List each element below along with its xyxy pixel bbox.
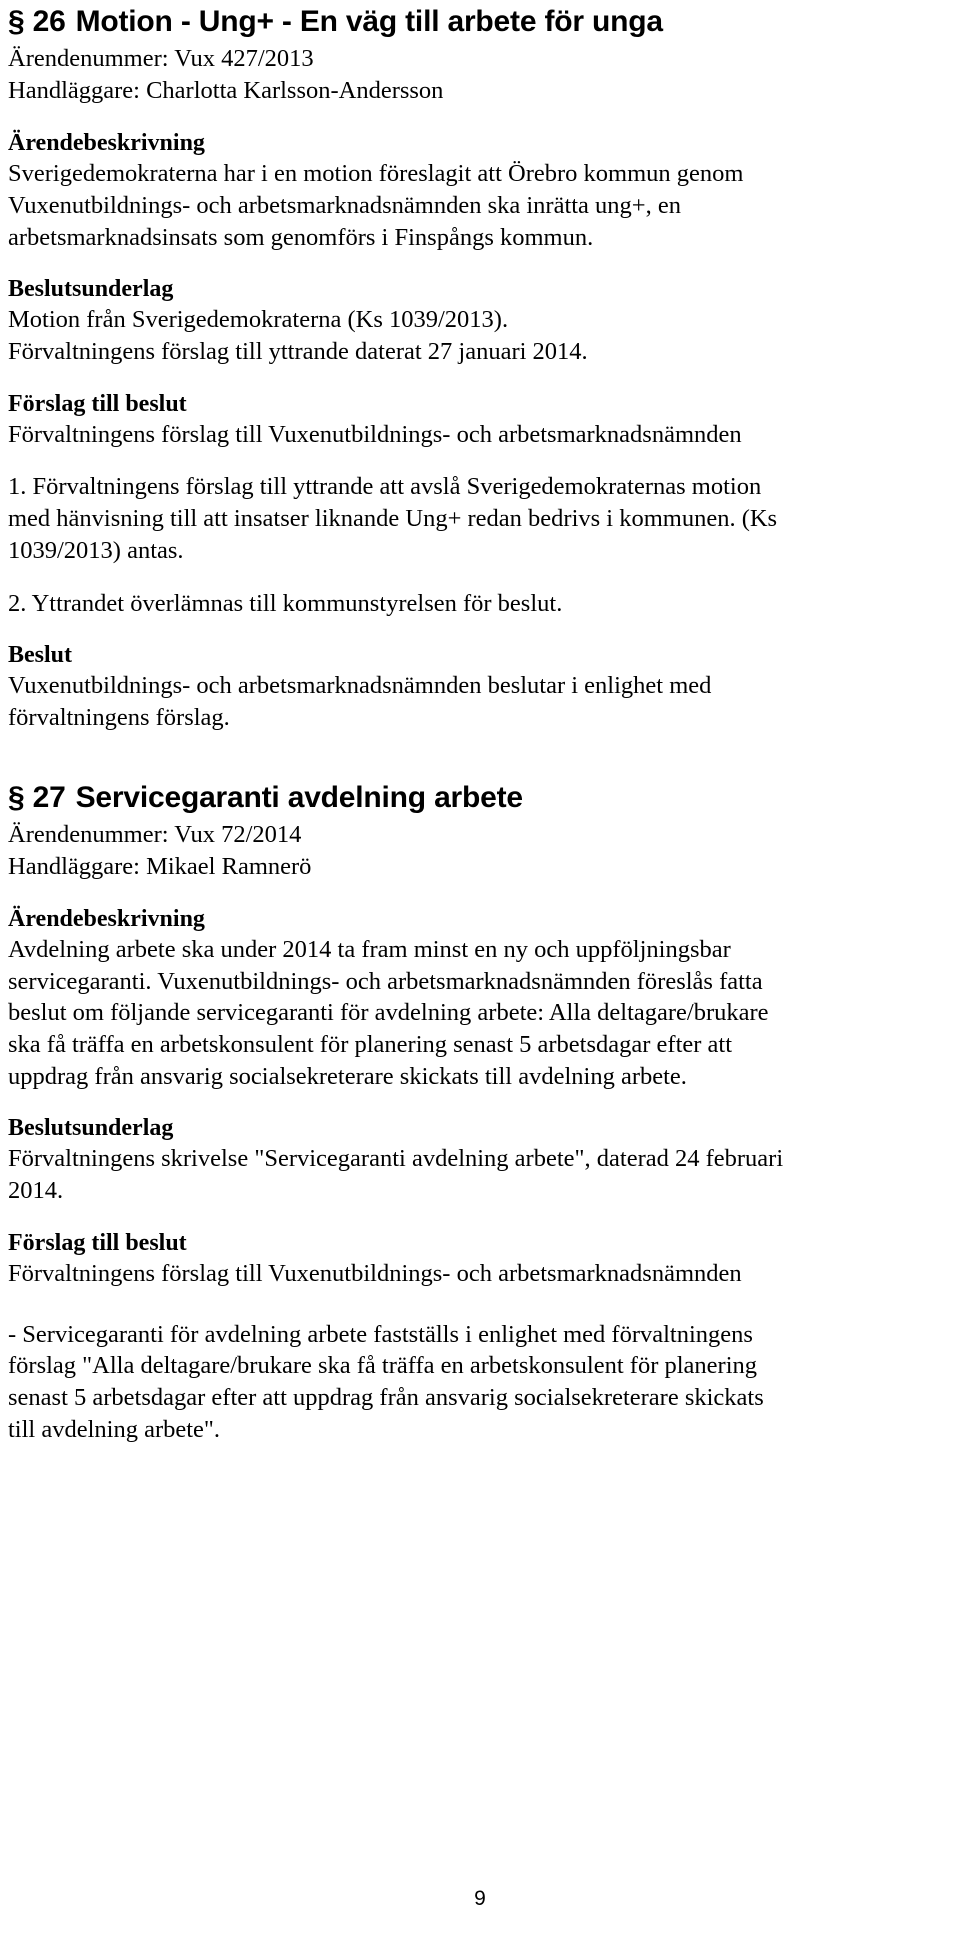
section-26-title: Motion - Ung+ - En väg till arbete för u… xyxy=(75,5,663,38)
section-27-block-2-paragraph-0: Förvaltningens förslag till Vuxenutbildn… xyxy=(8,1259,742,1287)
section-26-block-3-heading: Beslut xyxy=(8,642,73,669)
section-27-block-1-paragraph-0: Förvaltningens skrivelse "Servicegaranti… xyxy=(8,1145,784,1205)
section-26-number: § 26 xyxy=(8,5,66,38)
section-26-block-0-paragraph-0: Sverigedemokraterna har i en motion före… xyxy=(8,160,744,251)
section-26: § 26 Motion - Ung+ - En väg till arbete f… xyxy=(8,4,788,734)
section-26-handler: Handläggare: Charlotta Karlsson-Andersso… xyxy=(8,77,444,105)
section-26-block-2-heading: Förslag till beslut xyxy=(8,390,187,417)
section-26-block-2-paragraph-0: Förvaltningens förslag till Vuxenutbildn… xyxy=(8,420,742,448)
document-page: § 26 Motion - Ung+ - En väg till arbete f… xyxy=(0,0,960,1945)
section-27-block-2-heading: Förslag till beslut xyxy=(8,1229,187,1256)
section-27: § 27 Servicegaranti avdelning arbete Ären… xyxy=(8,780,788,1446)
section-26-heading: § 26 Motion - Ung+ - En väg till arbete f… xyxy=(8,4,788,39)
section-27-handler: Handläggare: Mikael Ramnerö xyxy=(8,852,312,880)
section-26-case-number: Ärendenummer: Vux 427/2013 xyxy=(8,45,314,73)
section-26-block-2-list-item-1: 1. Förvaltningens förslag till yttrande … xyxy=(8,473,778,564)
section-26-block-3-paragraph-0: Vuxenutbildnings- och arbetsmarknadsnämn… xyxy=(8,672,712,731)
section-27-number: § 27 xyxy=(8,780,66,814)
page-number: 9 xyxy=(474,1887,486,1910)
section-26-block-0-heading: Ärendebeskrivning xyxy=(8,130,205,157)
section-27-block-0-heading: Ärendebeskrivning xyxy=(8,905,205,932)
section-26-block-2-list-item-2: 2. Yttrandet överlämnas till kommunstyre… xyxy=(8,589,563,617)
section-27-block-2-paragraph-1: - Servicegaranti för avdelning arbete fa… xyxy=(8,1320,764,1443)
section-26-block-1-paragraph-0: Motion från Sverigedemokraterna (Ks 1039… xyxy=(8,306,588,365)
section-27-title: Servicegaranti avdelning arbete xyxy=(75,780,524,814)
section-27-block-0-paragraph-0: Avdelning arbete ska under 2014 ta fram … xyxy=(8,935,769,1090)
page-content: § 26 Motion - Ung+ - En väg till arbete f… xyxy=(8,4,788,1445)
section-26-block-1-heading: Beslutsunderlag xyxy=(8,276,174,303)
section-27-heading: § 27 Servicegaranti avdelning arbete xyxy=(8,780,788,815)
section-27-case-number: Ärendenummer: Vux 72/2014 xyxy=(8,821,302,849)
section-27-block-1-heading: Beslutsunderlag xyxy=(8,1115,174,1142)
